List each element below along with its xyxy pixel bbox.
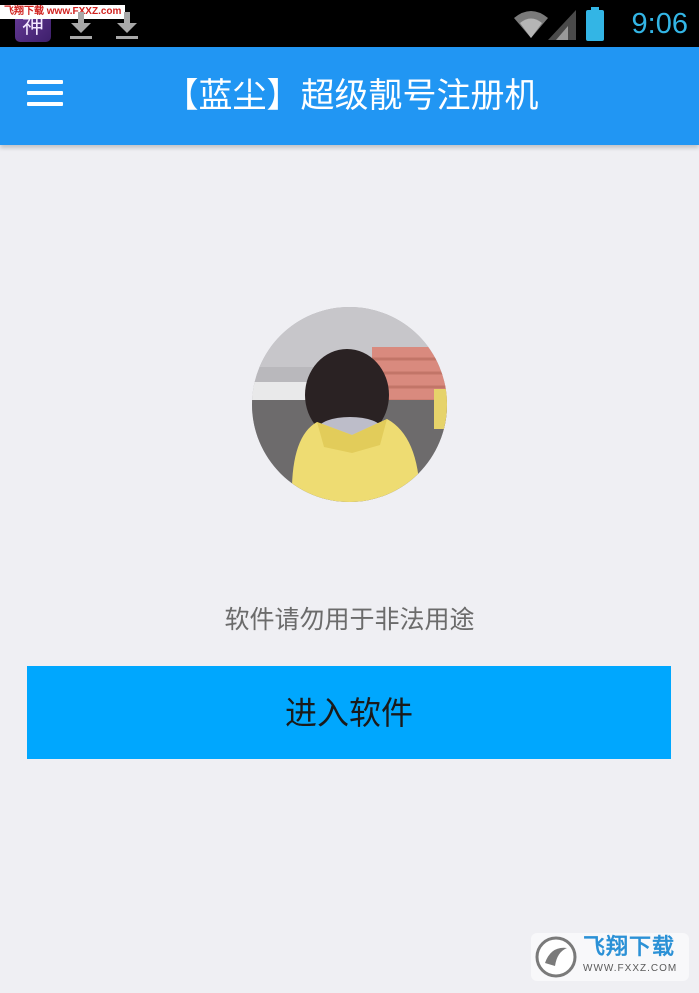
battery-icon — [586, 7, 604, 41]
wifi-icon — [514, 11, 548, 38]
enter-software-button[interactable]: 进入软件 — [27, 666, 671, 759]
status-bar: 神 飞翔下载 www.FXXZ.com 9:06 — [0, 0, 699, 47]
watermark-url: WWW.FXXZ.COM — [583, 963, 678, 974]
clock: 9:06 — [631, 8, 688, 40]
avatar — [252, 307, 447, 502]
hamburger-menu-icon[interactable] — [27, 80, 63, 110]
connectivity-icons — [514, 7, 604, 41]
disclaimer-text: 软件请勿用于非法用途 — [224, 605, 475, 634]
signal-icon — [548, 10, 576, 40]
download-icon — [116, 12, 138, 39]
site-watermark-badge: 飞翔下载 WWW.FXXZ.COM — [531, 933, 689, 981]
app-bar: 【蓝尘】超级靓号注册机 — [0, 47, 699, 145]
app-title: 【蓝尘】超级靓号注册机 — [164, 76, 539, 116]
watermark-title: 飞翔下载 — [583, 935, 676, 960]
avatar-photo — [252, 307, 447, 502]
site-watermark: 飞翔下载 www.FXXZ.com — [0, 5, 126, 19]
site-logo-icon — [535, 936, 577, 978]
download-icon — [70, 12, 92, 39]
